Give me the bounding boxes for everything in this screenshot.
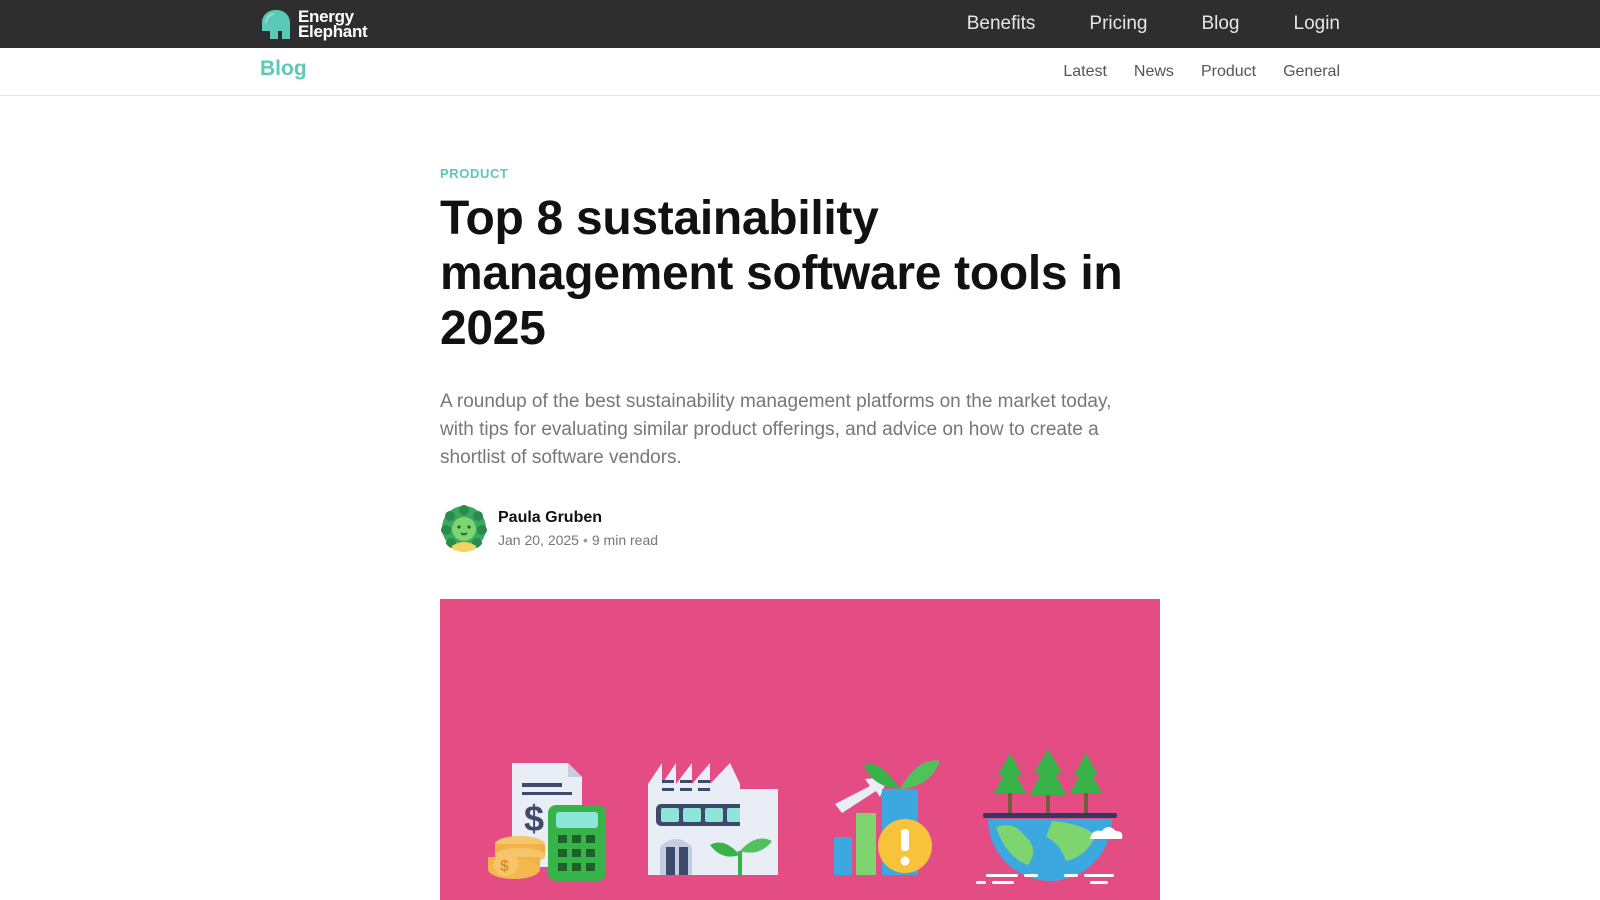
logo-line-elephant: Elephant bbox=[298, 22, 368, 41]
energy-elephant-logo[interactable]: Energy Elephant bbox=[260, 8, 368, 41]
subnav-news[interactable]: News bbox=[1134, 63, 1174, 81]
author-name[interactable]: Paula Gruben bbox=[498, 509, 658, 527]
eco-factory-icon bbox=[648, 763, 778, 875]
publish-date: Jan 20, 2025 bbox=[498, 531, 579, 548]
logo-wordmark: Energy Elephant bbox=[298, 8, 368, 41]
article-category-tag[interactable]: PRODUCT bbox=[440, 166, 508, 181]
blog-home-link[interactable]: Blog bbox=[260, 57, 307, 81]
blog-category-nav: Latest News Product General bbox=[1036, 48, 1340, 96]
lion-avatar-icon bbox=[440, 504, 488, 552]
article-excerpt: A roundup of the best sustainability man… bbox=[440, 391, 1112, 468]
nav-blog[interactable]: Blog bbox=[1201, 13, 1239, 35]
nav-login[interactable]: Login bbox=[1294, 13, 1341, 35]
svg-text:$: $ bbox=[500, 858, 509, 875]
calculator-invoice-icon: $ $ bbox=[488, 763, 606, 881]
subnav-latest[interactable]: Latest bbox=[1063, 63, 1107, 81]
article-meta: Jan 20, 2025 • 9 min read bbox=[498, 532, 658, 548]
elephant-logo-icon bbox=[262, 10, 290, 39]
author-avatar[interactable] bbox=[440, 504, 488, 552]
growth-chart-warning-icon bbox=[834, 760, 940, 875]
nav-pricing[interactable]: Pricing bbox=[1089, 13, 1147, 35]
author-block: Paula Gruben Jan 20, 2025 • 9 min read bbox=[440, 504, 1160, 552]
earth-forest-icon bbox=[976, 749, 1123, 884]
subnav-general[interactable]: General bbox=[1283, 63, 1340, 81]
article-hero-image: $ $ bbox=[440, 599, 1160, 900]
blog-subnav-bar: Blog Latest News Product General bbox=[0, 48, 1600, 96]
meta-separator: • bbox=[582, 531, 588, 548]
read-time: 9 min read bbox=[591, 531, 659, 548]
author-info: Paula Gruben Jan 20, 2025 • 9 min read bbox=[498, 509, 658, 548]
article-title: Top 8 sustainability management software… bbox=[440, 192, 1123, 355]
nav-benefits[interactable]: Benefits bbox=[967, 13, 1036, 35]
svg-text:$: $ bbox=[524, 798, 544, 839]
top-navbar: Energy Elephant Benefits Pricing Blog Lo… bbox=[0, 0, 1600, 48]
article-header: PRODUCT Top 8 sustainability management … bbox=[440, 165, 1160, 552]
main-nav: Benefits Pricing Blog Login bbox=[913, 0, 1340, 48]
subnav-product[interactable]: Product bbox=[1201, 63, 1256, 81]
